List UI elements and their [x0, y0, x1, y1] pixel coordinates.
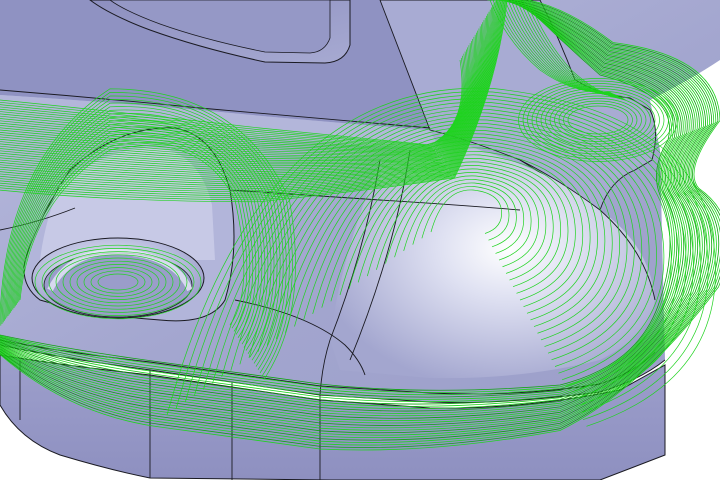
cad-viewport[interactable] [0, 0, 720, 480]
part-render [0, 0, 720, 480]
